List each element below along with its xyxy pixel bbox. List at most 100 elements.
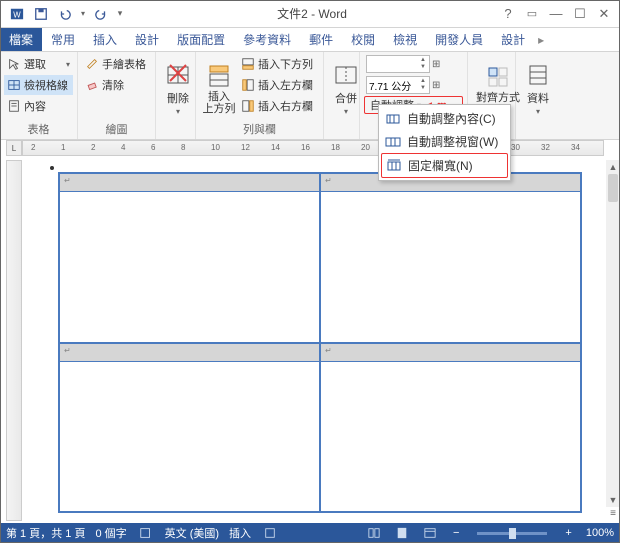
undo-button[interactable] [54, 3, 76, 25]
zoom-in-button[interactable]: + [561, 527, 575, 539]
data-button[interactable]: 資料 ▾ [520, 54, 556, 123]
undo-dropdown[interactable]: ▾ [78, 3, 88, 25]
page: ↵ ↵ ↵ ↵ [38, 160, 602, 521]
scroll-up[interactable]: ▲ [606, 160, 620, 174]
svg-text:W: W [13, 10, 21, 19]
insert-left-button[interactable]: 插入左方欄 [238, 75, 319, 95]
cursor-mark [50, 166, 54, 170]
eraser-button[interactable]: 清除 [82, 75, 151, 95]
table-cell[interactable]: ↵ [59, 343, 320, 513]
vertical-scrollbar[interactable]: ▲ ▼ [606, 160, 620, 507]
scroll-down[interactable]: ▼ [606, 493, 620, 507]
tab-home[interactable]: 常用 [42, 28, 84, 51]
fixed-width-icon [386, 158, 402, 174]
tab-layout[interactable]: 版面配置 [168, 28, 234, 51]
vertical-ruler[interactable] [6, 160, 22, 521]
autofit-menu: 自動調整內容(C) 自動調整視窗(W) 固定欄寬(N) [378, 104, 511, 181]
status-language[interactable]: 英文 (美國) [165, 525, 219, 541]
group-table: 選取▾ 檢視格線 內容 表格 [0, 52, 78, 139]
table-cell[interactable]: ↵ [320, 173, 581, 343]
tab-insert[interactable]: 插入 [84, 28, 126, 51]
status-page[interactable]: 第 1 頁，共 1 頁 [6, 525, 85, 541]
zoom-out-button[interactable]: − [449, 527, 463, 539]
merge-label: 合併 [335, 90, 357, 106]
draw-table-button[interactable]: 手繪表格 [82, 54, 151, 74]
draw-table-label: 手繪表格 [102, 56, 146, 72]
page-nav: ≡ [606, 507, 620, 521]
insert-left-label: 插入左方欄 [258, 77, 313, 93]
insert-right-button[interactable]: 插入右方欄 [238, 96, 319, 116]
tab-developer[interactable]: 開發人員 [426, 28, 492, 51]
save-button[interactable] [30, 3, 52, 25]
group-delete-label [160, 123, 191, 138]
view-gridlines-button[interactable]: 檢視格線 [4, 75, 73, 95]
data-label: 資料 [527, 90, 549, 106]
autofit-contents-icon [385, 111, 401, 127]
menu-autofit-window-label: 自動調整視窗(W) [407, 133, 498, 150]
select-button[interactable]: 選取▾ [4, 54, 73, 74]
tab-review[interactable]: 校閱 [342, 28, 384, 51]
menu-autofit-contents[interactable]: 自動調整內容(C) [381, 107, 508, 130]
help-button[interactable]: ? [498, 4, 518, 24]
group-table-label: 表格 [4, 123, 73, 138]
group-rows-cols: 插入 上方列 插入下方列 插入左方欄 插入右方欄 列與欄 [196, 52, 324, 139]
minimize-button[interactable]: — [546, 4, 566, 24]
view-read-button[interactable] [365, 525, 383, 541]
maximize-button[interactable]: ☐ [570, 4, 590, 24]
scroll-thumb[interactable] [608, 174, 618, 202]
view-web-button[interactable] [421, 525, 439, 541]
prev-page-button[interactable]: ≡ [606, 507, 620, 521]
group-data: 資料 ▾ [516, 52, 556, 139]
document-area[interactable]: ↵ ↵ ↵ ↵ [26, 160, 616, 521]
tab-view[interactable]: 檢視 [384, 28, 426, 51]
tab-file[interactable]: 檔案 [0, 28, 42, 51]
table[interactable]: ↵ ↵ ↵ ↵ [58, 172, 582, 513]
zoom-level[interactable]: 100% [586, 527, 614, 539]
zoom-slider[interactable] [477, 532, 547, 535]
row-height-input[interactable]: ▲▼ [366, 55, 430, 73]
menu-fixed-width[interactable]: 固定欄寬(N) [381, 153, 508, 178]
status-word-count[interactable]: 0 個字 [95, 525, 126, 541]
merge-button[interactable]: 合併 ▾ [328, 54, 364, 123]
word-app-icon[interactable]: W [6, 3, 28, 25]
tab-mailings[interactable]: 郵件 [300, 28, 342, 51]
table-cell[interactable]: ↵ [59, 173, 320, 343]
tab-table-design[interactable]: 設計 [492, 28, 534, 51]
status-macro-icon[interactable] [261, 525, 279, 541]
table-row: ↵ ↵ [59, 173, 581, 343]
qat-customize[interactable]: ▾ [114, 3, 126, 25]
status-spellcheck-icon[interactable] [137, 525, 155, 541]
ribbon-options-button[interactable]: ▭ [522, 4, 542, 24]
status-bar: 第 1 頁，共 1 頁 0 個字 英文 (美國) 插入 − + 100% [0, 523, 620, 543]
status-insert-mode[interactable]: 插入 [229, 525, 251, 541]
tab-design[interactable]: 設計 [126, 28, 168, 51]
close-button[interactable]: ✕ [594, 4, 614, 24]
delete-button[interactable]: 刪除 ▾ [160, 54, 196, 123]
redo-button[interactable] [90, 3, 112, 25]
quick-access-toolbar: W ▾ ▾ [0, 3, 126, 25]
group-rows-cols-label: 列與欄 [200, 123, 319, 138]
group-draw-label: 繪圖 [82, 123, 151, 138]
eraser-label: 清除 [102, 77, 124, 93]
window-title: 文件2 - Word [126, 5, 498, 22]
ruler-corner[interactable]: L [6, 140, 22, 156]
tab-more[interactable]: ▸ [534, 28, 548, 51]
horizontal-ruler[interactable]: 21246810121416182022242628303234 [22, 140, 604, 156]
view-print-button[interactable] [393, 525, 411, 541]
insert-above-label: 插入 上方列 [203, 91, 236, 115]
insert-below-label: 插入下方列 [258, 56, 313, 72]
table-cell[interactable]: ↵ [320, 343, 581, 513]
group-delete: 刪除 ▾ [156, 52, 196, 139]
select-label: 選取 [24, 56, 46, 72]
tab-references[interactable]: 參考資料 [234, 28, 300, 51]
table-row: ↵ ↵ [59, 343, 581, 513]
menu-autofit-window[interactable]: 自動調整視窗(W) [381, 130, 508, 153]
insert-below-button[interactable]: 插入下方列 [238, 54, 319, 74]
ribbon: 選取▾ 檢視格線 內容 表格 手繪表格 清除 繪圖 刪除 ▾ 插入 上 [0, 52, 620, 140]
properties-button[interactable]: 內容 [4, 96, 73, 116]
delete-label: 刪除 [167, 90, 189, 106]
col-width-input[interactable]: ▲▼ [366, 76, 430, 94]
insert-above-button[interactable]: 插入 上方列 [200, 54, 238, 123]
autofit-window-icon [385, 134, 401, 150]
menu-autofit-contents-label: 自動調整內容(C) [407, 110, 496, 127]
